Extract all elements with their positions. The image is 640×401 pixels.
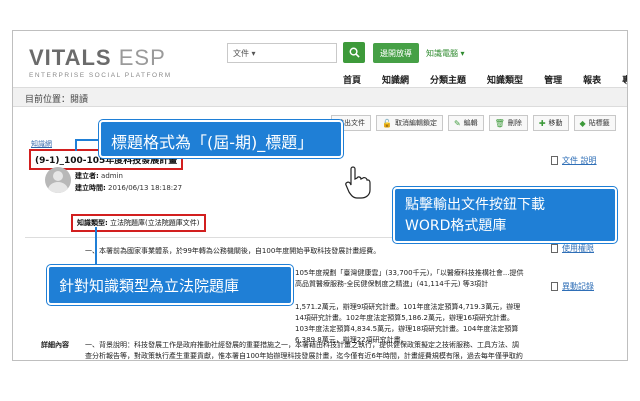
document-icon xyxy=(551,244,558,253)
logo-esp-text: ESP xyxy=(118,45,166,70)
logo-main-text: VITALS xyxy=(29,45,112,70)
category-link[interactable]: 知識網 xyxy=(31,139,52,149)
document-icon xyxy=(551,282,558,291)
tag-icon: ◆ xyxy=(579,118,586,128)
nav-item-reports[interactable]: 報表 xyxy=(583,73,601,86)
nav-item-home[interactable]: 首頁 xyxy=(343,73,361,86)
breadcrumb-bar: 目前位置：閱讀 xyxy=(13,87,627,107)
document-icon xyxy=(551,156,558,165)
edit-button[interactable]: ✎ 編輯 xyxy=(447,115,484,131)
edit-icon: ✎ xyxy=(453,118,461,128)
unlock-edit-button[interactable]: 🔓 取消編輯鎖定 xyxy=(376,115,443,131)
logo-tagline: ENTERPRISE SOCIAL PLATFORM xyxy=(29,72,172,79)
callout-connector xyxy=(75,139,99,141)
export-callout: 點擊輸出文件按鈕下載 WORD格式題庫 xyxy=(393,187,617,243)
knowledge-type-callout: 針對知識類型為立法院題庫 xyxy=(47,265,293,305)
breadcrumb: 目前位置：閱讀 xyxy=(25,95,89,105)
creator-row: 建立者: admin xyxy=(75,172,123,180)
title-format-callout: 標題格式為「(屆-期)_標題」 xyxy=(99,120,343,158)
nav-item-admin[interactable]: 管理 xyxy=(544,73,562,86)
user-menu[interactable]: 知識電腦 ▾ xyxy=(426,48,465,59)
nav-item-categories[interactable]: 分類主題 xyxy=(430,73,466,86)
search-icon xyxy=(349,47,360,58)
app-window: VITALS ESP ENTERPRISE SOCIAL PLATFORM 文件… xyxy=(12,30,628,361)
unlock-icon: 🔓 xyxy=(382,118,392,128)
created-time-row: 建立時間: 2016/06/13 18:18:27 xyxy=(75,184,183,192)
document-toolbar: 輸出文件 🔓 取消編輯鎖定 ✎ 編輯 🗑 刪除 ✚ 移動 ◆ 貼標籤 xyxy=(331,115,616,131)
nav-item-experts[interactable]: 專家 xyxy=(622,73,627,86)
hand-cursor-icon xyxy=(345,166,371,199)
move-icon: ✚ xyxy=(538,118,546,128)
header-green-button[interactable]: 邊開放導 xyxy=(373,43,419,63)
main-nav: 首頁 知識網 分類主題 知識類型 管理 報表 專家 xyxy=(343,73,627,86)
knowledge-type: 知識類型: 立法院題庫(立法院題庫文件) xyxy=(71,214,206,232)
sidebar-item-permissions[interactable]: 使用權限 xyxy=(551,243,594,254)
sidebar-item-doc-info[interactable]: 文件 說明 xyxy=(551,155,597,166)
tag-button[interactable]: ◆ 貼標籤 xyxy=(573,115,616,131)
move-button[interactable]: ✚ 移動 xyxy=(532,115,569,131)
delete-button[interactable]: 🗑 刪除 xyxy=(488,115,528,131)
avatar xyxy=(45,167,71,193)
nav-item-knowledge[interactable]: 知識網 xyxy=(382,73,409,86)
search-button[interactable] xyxy=(343,42,365,63)
vitals-logo[interactable]: VITALS ESP ENTERPRISE SOCIAL PLATFORM xyxy=(29,45,172,79)
sidebar-item-history[interactable]: 異動記錄 xyxy=(551,281,594,292)
callout-connector xyxy=(75,139,77,151)
nav-item-types[interactable]: 知識類型 xyxy=(487,73,523,86)
callout-connector xyxy=(95,227,97,265)
search-scope-select[interactable]: 文件 ▾ xyxy=(227,43,337,63)
trash-icon: 🗑 xyxy=(494,118,505,128)
